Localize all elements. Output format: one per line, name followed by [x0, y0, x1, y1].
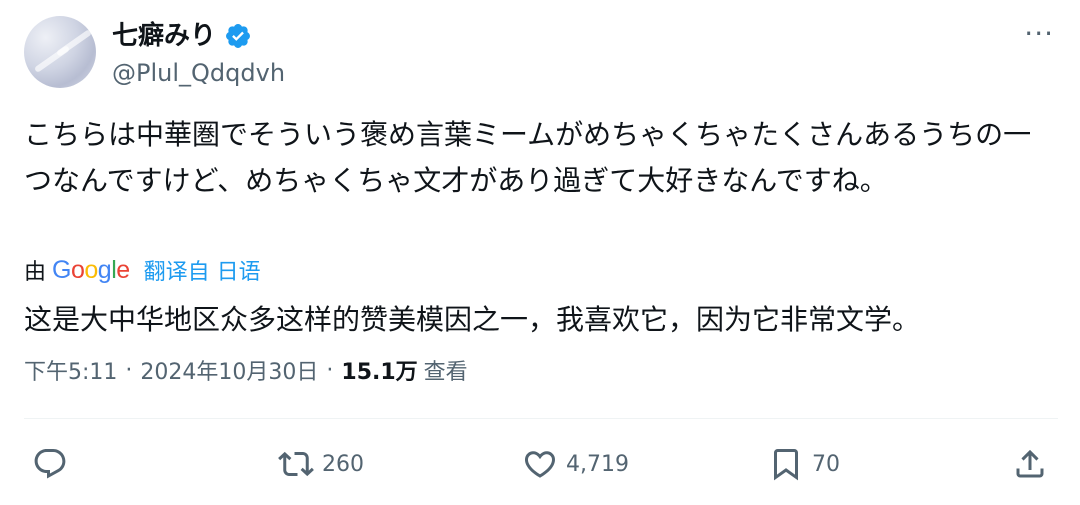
views-label[interactable]: 查看: [424, 354, 468, 386]
translated-by-label: 由: [24, 260, 47, 285]
like-count: 4,719: [566, 451, 629, 477]
meta-separator: ·: [125, 357, 133, 383]
author-display-name[interactable]: 七癖みり: [112, 20, 216, 52]
bookmark-button[interactable]: 70: [768, 438, 840, 490]
author-name-row[interactable]: 七癖みり: [112, 20, 252, 52]
translation-attribution: 由 Google 翻译自 日语: [24, 252, 261, 288]
translated-from-link[interactable]: 翻译自 日语: [144, 254, 261, 286]
retweet-button[interactable]: 260: [278, 438, 364, 490]
tweet-text: こちらは中華圏でそういう褒め言葉ミームがめちゃくちゃたくさんあるうちの一つなんで…: [24, 118, 1032, 197]
reply-icon: [34, 449, 66, 479]
verified-badge-icon: [226, 24, 250, 48]
like-button[interactable]: 4,719: [522, 438, 629, 490]
author-handle[interactable]: @Plul_Qdqdvh: [112, 58, 285, 88]
reply-button[interactable]: [32, 438, 68, 490]
translated-text: 这是大中华地区众多这样的赞美模因之一，我喜欢它，因为它非常文学。: [24, 303, 921, 336]
tweet-date[interactable]: 2024年10月30日: [140, 354, 318, 386]
bookmark-count: 70: [812, 451, 840, 477]
meta-separator: ·: [326, 357, 334, 383]
retweet-count: 260: [322, 451, 364, 477]
retweet-icon: [278, 451, 314, 477]
more-options-icon[interactable]: ···: [1024, 20, 1054, 48]
avatar[interactable]: [24, 16, 96, 88]
divider: [24, 418, 1058, 419]
tweet-header: 七癖みり @Plul_Qdqdvh ···: [24, 16, 1060, 92]
tweet-time[interactable]: 下午5:11: [24, 354, 117, 386]
share-button[interactable]: [1012, 438, 1048, 490]
view-count[interactable]: 15.1万: [341, 354, 417, 386]
share-icon: [1016, 449, 1044, 478]
bookmark-icon: [774, 449, 798, 481]
tweet-meta: 下午5:11 · 2024年10月30日 · 15.1万 查看: [24, 352, 468, 388]
heart-icon: [524, 451, 556, 478]
google-logo: Google: [52, 255, 130, 284]
action-bar: 260 4,719 70: [24, 438, 1058, 490]
